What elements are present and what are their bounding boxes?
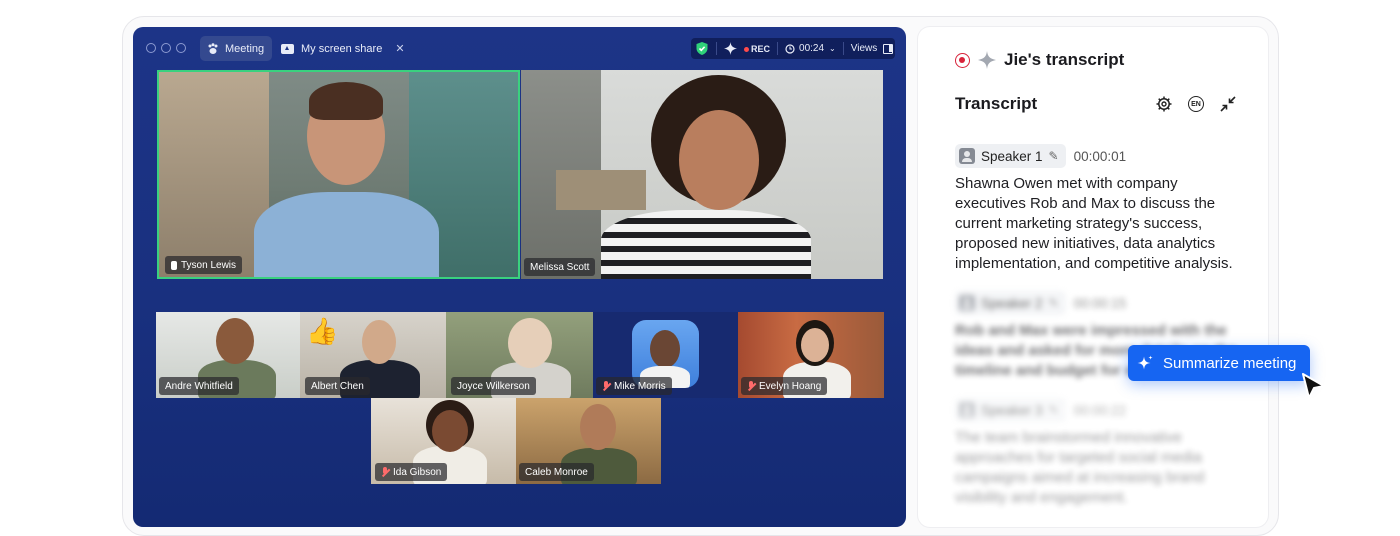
- layout-icon: [883, 43, 894, 54]
- record-icon: [955, 52, 970, 68]
- video-tile-strip-4[interactable]: Mike Morris: [593, 312, 738, 398]
- collapse-icon[interactable]: [1219, 95, 1237, 113]
- participant-name: Joyce Wilkerson: [457, 380, 530, 392]
- mic-off-icon: [381, 467, 389, 477]
- participant-label: Ida Gibson: [375, 463, 448, 481]
- recording-indicator[interactable]: REC: [744, 44, 770, 54]
- participant-name: Andre Whitfield: [165, 380, 233, 392]
- edit-icon[interactable]: ✎: [1049, 149, 1059, 163]
- tab-meeting-label: Meeting: [225, 42, 265, 55]
- participant-name: Ida Gibson: [393, 466, 442, 478]
- participant-name: Evelyn Hoang: [759, 380, 822, 392]
- language-label: EN: [1188, 96, 1204, 112]
- close-icon[interactable]: ✕: [395, 42, 404, 55]
- video-tile-bottom-2[interactable]: Caleb Monroe: [516, 398, 661, 484]
- paw-icon: [208, 42, 218, 54]
- participant-name: Tyson Lewis: [181, 259, 237, 271]
- video-tile-strip-3[interactable]: Joyce Wilkerson: [446, 312, 593, 398]
- ai-sparkle-icon: [1137, 355, 1153, 369]
- participant-face: [432, 410, 468, 452]
- section-title: Transcript: [955, 94, 1038, 113]
- timestamp: 00:00:15: [1073, 295, 1127, 311]
- speaker-chip[interactable]: Speaker 3 ✎: [955, 398, 1066, 422]
- panel-header: Jie's transcript: [955, 50, 1124, 70]
- user-icon: [959, 148, 975, 164]
- mic-off-icon: [747, 381, 755, 391]
- meeting-timer: 00:24: [799, 43, 825, 54]
- participant-name: Melissa Scott: [530, 261, 590, 273]
- transcript-entry-header: Speaker 1 ✎ 00:00:01: [955, 144, 1126, 168]
- participant-face: [362, 320, 396, 364]
- views-label: Views: [850, 43, 878, 54]
- speaker-name: Speaker 3: [981, 402, 1043, 418]
- participant-name: Albert Chen: [311, 380, 364, 392]
- speaker-name: Speaker 2: [981, 295, 1043, 311]
- tab-meeting[interactable]: Meeting: [200, 36, 272, 61]
- participant-face: [679, 110, 759, 210]
- mouse-pointer-icon: [1302, 373, 1325, 399]
- transcript-text: Shawna Owen met with company executives …: [955, 175, 1233, 272]
- participant-label: Caleb Monroe: [519, 463, 594, 481]
- participant-face: [216, 318, 254, 364]
- window-close-dot[interactable]: [146, 43, 156, 53]
- summarize-meeting-button[interactable]: Summarize meeting: [1128, 345, 1310, 381]
- tab-screen-share[interactable]: My screen share ✕: [281, 36, 405, 61]
- video-tile-strip-1[interactable]: Andre Whitfield: [156, 312, 300, 398]
- participant-label: Mike Morris: [596, 377, 672, 395]
- edit-icon[interactable]: ✎: [1049, 296, 1059, 310]
- transcript-text: The team brainstormed innovative approac…: [955, 429, 1205, 506]
- ai-sparkle-icon: [978, 51, 996, 69]
- window-maximize-dot[interactable]: [176, 43, 186, 53]
- timestamp: 00:00:22: [1073, 402, 1127, 418]
- edit-icon[interactable]: ✎: [1049, 403, 1059, 417]
- gear-icon[interactable]: [1155, 95, 1173, 113]
- participant-label: Melissa Scott: [524, 258, 596, 276]
- participant-face: [801, 328, 829, 362]
- transcript-entry-header: Speaker 2 ✎ 00:00:15: [955, 291, 1126, 315]
- participant-name: Caleb Monroe: [525, 466, 588, 478]
- panel-title: Jie's transcript: [1004, 50, 1125, 69]
- video-tile-strip-2[interactable]: 👍 Albert Chen: [300, 312, 446, 398]
- participant-label: Albert Chen: [305, 377, 370, 395]
- views-button[interactable]: Views: [851, 43, 894, 54]
- window-minimize-dot[interactable]: [161, 43, 171, 53]
- rec-label: REC: [751, 43, 771, 54]
- video-tile-main-2[interactable]: Melissa Scott: [521, 70, 883, 279]
- thumbs-up-reaction-icon: 👍: [306, 316, 339, 346]
- shield-check-icon: [696, 42, 708, 55]
- chevron-down-icon[interactable]: ⌄: [829, 44, 836, 53]
- participant-label: Andre Whitfield: [159, 377, 239, 395]
- participant-label: Tyson Lewis: [165, 256, 243, 274]
- clock-icon: [785, 43, 795, 54]
- speaker-chip[interactable]: Speaker 2 ✎: [955, 291, 1066, 315]
- speaker-name: Speaker 1: [981, 148, 1043, 164]
- video-tile-bottom-1[interactable]: Ida Gibson: [371, 398, 516, 484]
- timestamp: 00:00:01: [1073, 148, 1127, 164]
- participant-label: Evelyn Hoang: [741, 377, 828, 395]
- participant-name: Mike Morris: [614, 380, 666, 392]
- summarize-meeting-label: Summarize meeting: [1163, 354, 1297, 372]
- speaker-chip[interactable]: Speaker 1 ✎: [955, 144, 1066, 168]
- title-bar: Meeting My screen share ✕ REC 00:24 ⌄ Vi…: [133, 27, 906, 71]
- mic-off-icon: [602, 381, 610, 391]
- participant-face: [508, 318, 552, 368]
- ai-sparkle-icon[interactable]: [724, 42, 737, 55]
- pin-icon: [171, 260, 177, 270]
- user-icon: [959, 295, 975, 311]
- screen-share-icon: [281, 43, 294, 54]
- language-button[interactable]: EN: [1187, 95, 1205, 113]
- participant-face: [580, 404, 616, 450]
- transcript-entry-header: Speaker 3 ✎ 00:00:22: [955, 398, 1126, 422]
- video-tile-strip-5[interactable]: Evelyn Hoang: [738, 312, 884, 398]
- participant-label: Joyce Wilkerson: [451, 377, 536, 395]
- user-icon: [959, 402, 975, 418]
- video-tile-main-1[interactable]: Tyson Lewis: [157, 70, 520, 279]
- tab-screen-share-label: My screen share: [301, 42, 383, 55]
- transcript-panel: Jie's transcript Transcript EN Speaker 1…: [918, 27, 1268, 527]
- meeting-status-bar: REC 00:24 ⌄ Views: [691, 38, 895, 59]
